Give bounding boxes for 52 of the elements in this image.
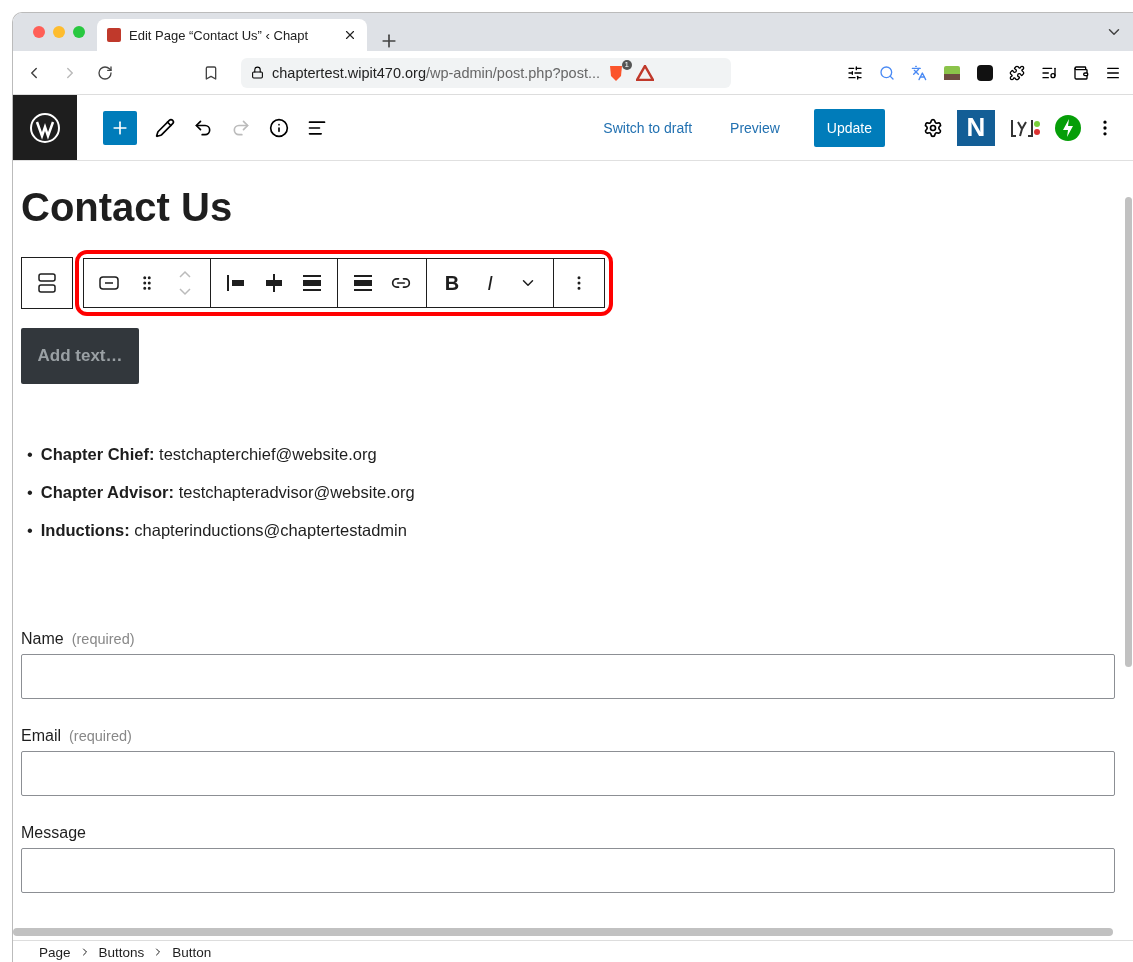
breadcrumb-item[interactable]: Page (39, 944, 71, 960)
vertical-scrollbar[interactable] (1125, 197, 1132, 667)
extensions-icon[interactable] (1009, 64, 1025, 81)
required-hint: (required) (71, 631, 135, 647)
plugin-button[interactable]: N (957, 109, 995, 146)
bold-button[interactable]: B (433, 261, 471, 305)
sliders-icon[interactable] (847, 64, 863, 81)
horizontal-scrollbar[interactable] (13, 928, 1113, 936)
page-title: Contact Us (21, 185, 234, 230)
contact-item: Inductions: chapterinductions@chaptertestadmin (40, 520, 407, 540)
info-icon[interactable] (269, 117, 289, 138)
required-hint: (required) (69, 728, 132, 744)
button-block[interactable]: Add text… (21, 328, 139, 384)
shield-icon[interactable] (608, 63, 625, 82)
site-favicon-icon (107, 28, 121, 42)
bookmark-icon[interactable] (203, 64, 219, 81)
breadcrumb-item[interactable]: Button (172, 944, 212, 960)
field-label: Email (21, 727, 61, 744)
edit-tools-icon[interactable] (155, 117, 175, 138)
bullet: • (27, 444, 33, 464)
update-button[interactable]: Update (813, 108, 885, 147)
input-field[interactable] (21, 848, 1115, 893)
italic-button[interactable]: I (471, 261, 509, 305)
reload-icon[interactable] (97, 64, 113, 81)
url-text: chaptertest.wipit470.org/wp-admin/post.php?post... (272, 64, 601, 81)
search-extension-icon[interactable] (879, 64, 895, 81)
buttons-block-icon (38, 272, 56, 294)
wordpress-logo[interactable] (13, 95, 77, 160)
field-label: Name (21, 630, 64, 647)
contact-item: Chapter Advisor: testchapteradvisor@website.org (40, 482, 415, 502)
lock-icon (251, 66, 264, 79)
bullet: • (27, 520, 33, 540)
switch-to-draft-button[interactable]: Switch to draft (591, 113, 705, 142)
browser-tab[interactable]: Edit Page “Contact Us” ‹ Chapt (97, 19, 367, 51)
contact-item: Chapter Chief: testchapterchief@website.org (40, 444, 377, 464)
lightning-icon[interactable] (1055, 114, 1081, 141)
translate-icon[interactable] (911, 64, 927, 81)
add-block-button[interactable] (103, 110, 137, 145)
undo-icon[interactable] (193, 117, 213, 138)
select-parent-button[interactable] (21, 257, 73, 309)
settings-icon[interactable] (923, 117, 943, 138)
input-field[interactable] (21, 654, 1115, 699)
triangle-icon[interactable] (636, 64, 655, 81)
plant-icon[interactable] (943, 64, 961, 81)
shield-count: 1 (621, 59, 633, 70)
breadcrumb-item[interactable]: Buttons (98, 944, 145, 960)
wallet-icon[interactable] (1073, 64, 1089, 81)
input-field[interactable] (21, 751, 1115, 796)
close-tab-icon[interactable] (343, 28, 357, 42)
preview-button[interactable]: Preview (718, 113, 792, 142)
field-label: Message (21, 824, 86, 841)
bullet: • (27, 482, 33, 502)
